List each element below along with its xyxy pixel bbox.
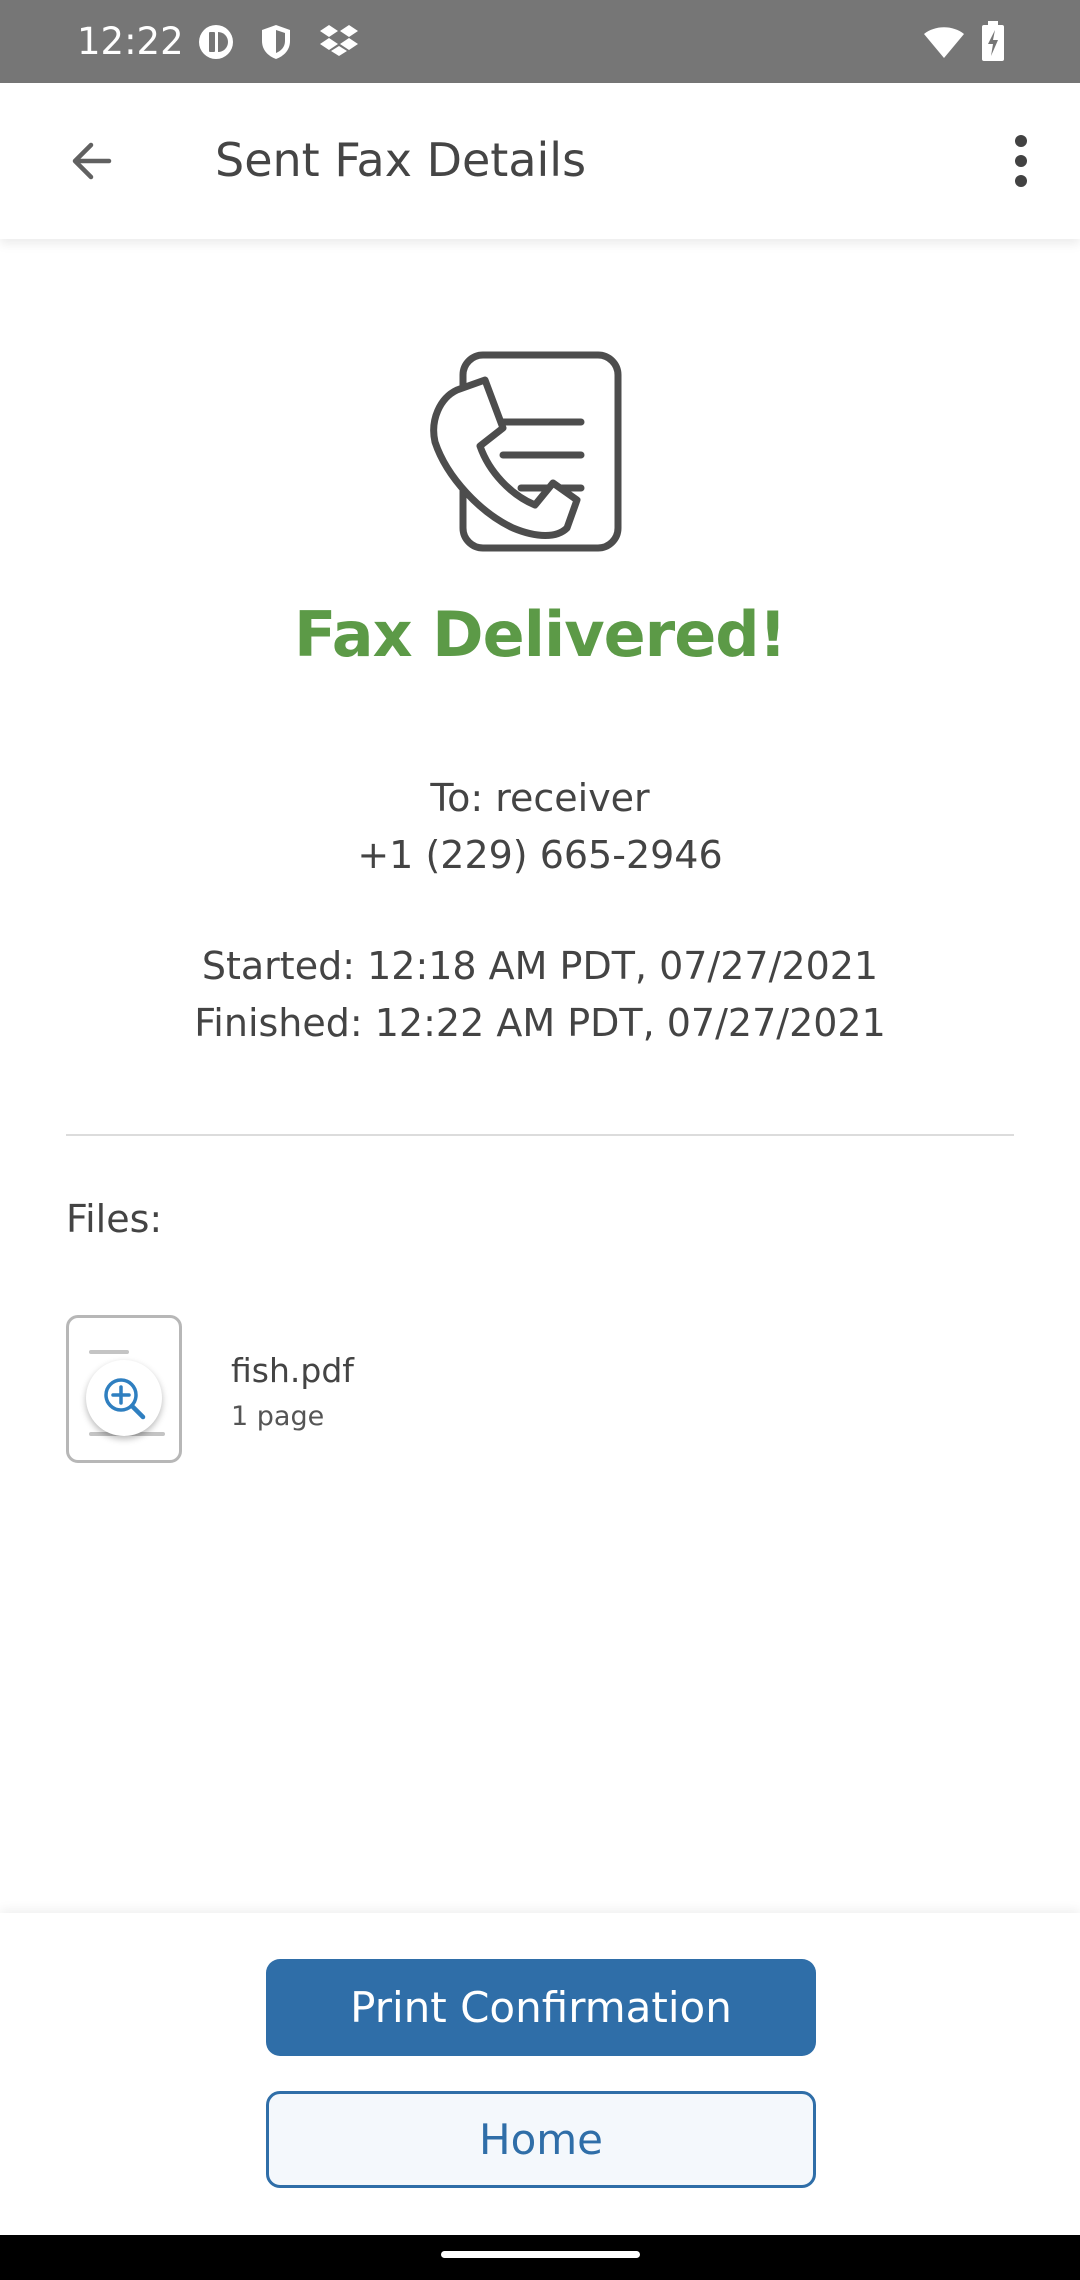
started-timestamp: Started: 12:18 AM PDT, 07/27/2021: [201, 944, 879, 988]
home-gesture-handle[interactable]: [441, 2251, 640, 2258]
thumbnail-line: [89, 1350, 129, 1354]
file-page-count: 1 page: [231, 1401, 325, 1432]
home-button[interactable]: Home: [266, 2091, 816, 2188]
preview-button[interactable]: [86, 1360, 162, 1436]
zoom-in-icon: [104, 1378, 146, 1420]
recipient-phone: +1 (229) 665-2946: [357, 833, 723, 877]
back-button[interactable]: [52, 126, 132, 196]
file-list-item[interactable]: fish.pdf 1 page: [66, 1315, 1014, 1470]
more-vert-icon: [1015, 135, 1027, 187]
app-bar: Sent Fax Details: [0, 83, 1080, 239]
arrow-back-icon: [72, 142, 112, 180]
finished-timestamp: Finished: 12:22 AM PDT, 07/27/2021: [194, 1001, 886, 1045]
data-saver-icon: [196, 22, 236, 62]
dropbox-icon: [318, 22, 360, 60]
action-panel: Print Confirmation Home: [0, 1913, 1080, 2235]
recipient-name: To: receiver: [430, 776, 650, 820]
file-name: fish.pdf: [231, 1351, 354, 1390]
navigation-bar: [0, 2235, 1080, 2280]
wifi-icon: [922, 24, 966, 60]
status-time: 12:22: [77, 20, 184, 63]
file-thumbnail[interactable]: [66, 1315, 182, 1463]
page-title: Sent Fax Details: [215, 133, 587, 187]
print-confirmation-button[interactable]: Print Confirmation: [266, 1959, 816, 2056]
battery-charging-icon: [980, 20, 1006, 62]
status-bar: 12:22: [0, 0, 1080, 83]
fax-document-icon: [425, 350, 625, 555]
overflow-menu-button[interactable]: [986, 126, 1056, 196]
shield-icon: [258, 22, 294, 62]
divider: [66, 1134, 1014, 1136]
files-label: Files:: [66, 1197, 163, 1241]
fax-status-heading: Fax Delivered!: [294, 598, 787, 671]
